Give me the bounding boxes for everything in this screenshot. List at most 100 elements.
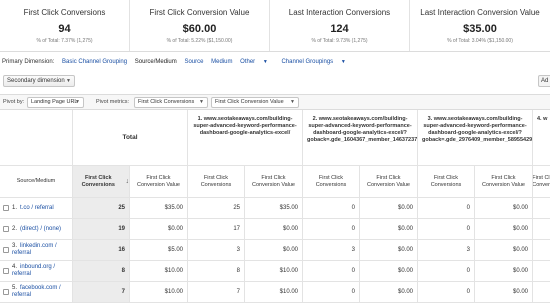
total-fcc-header[interactable]: First Click Conversions ↓ [73, 166, 130, 198]
metric-value: $35.00 [463, 23, 497, 35]
pivot-metric-1-dropdown[interactable]: First Click Conversions ▼ [134, 97, 208, 108]
summary-scorecard: First Click Conversions 94 % of Total: 7… [0, 0, 550, 52]
row-checkbox[interactable] [3, 225, 9, 232]
table-cell-overflow [533, 219, 550, 240]
table-cell-c3-fcc: 0 [418, 261, 475, 282]
table-cell-c1-fccv: $0.00 [245, 240, 303, 261]
row-index: 5. [12, 285, 18, 291]
table-cell-total-fccv: $35.00 [130, 198, 188, 219]
metric-header-label: First Click Conversion Value [136, 174, 180, 188]
source-medium-link[interactable]: t.co / referral [20, 205, 54, 211]
table-cell-c1-fcc: 25 [188, 198, 245, 219]
table-cell-c2-fcc: 0 [303, 219, 360, 240]
table-cell-c2-fcc: 0 [303, 282, 360, 303]
dimension-basic-channel-grouping[interactable]: Basic Channel Grouping [62, 59, 127, 65]
advanced-button[interactable]: Ad [538, 75, 550, 87]
pivot-column-header-2[interactable]: 2. www.seotakeaways.com/building-super-a… [303, 110, 418, 166]
table-row-label: 3. linkedin.com / referral [0, 240, 73, 261]
table-cell-c2-fccv: $0.00 [360, 282, 418, 303]
table-cell-total-fcc: 19 [73, 219, 130, 240]
row-checkbox[interactable] [3, 288, 9, 295]
metric-value: 124 [330, 23, 349, 35]
table-cell-c3-fcc: 0 [418, 198, 475, 219]
table-cell-c1-fcc: 8 [188, 261, 245, 282]
metric-label: Last Interaction Conversions [288, 8, 391, 17]
dimension-medium[interactable]: Medium [211, 59, 232, 65]
row-checkbox[interactable] [3, 246, 9, 253]
c3-fccv-header[interactable]: First Click Conversion Value [475, 166, 533, 198]
metric-header-label: First Click Conversions [81, 174, 115, 188]
metric-value: $60.00 [182, 23, 217, 35]
total-fccv-header[interactable]: First Click Conversion Value [130, 166, 188, 198]
metric-percent-of-total: % of Total: 5.22% ($1,150.00) [166, 38, 233, 44]
table-cell-c1-fccv: $10.00 [245, 282, 303, 303]
row-index: 2. [12, 225, 18, 232]
metric-first-click-conversions[interactable]: First Click Conversions 94 % of Total: 7… [0, 0, 130, 51]
table-cell-total-fcc: 7 [73, 282, 130, 303]
dimension-other: Other [240, 59, 256, 65]
source-medium-label: Source/Medium [16, 178, 56, 184]
c2-fccv-header[interactable]: First Click Conversion Value [360, 166, 418, 198]
table-cell-total-fcc: 8 [73, 261, 130, 282]
primary-dimension-bar: Primary Dimension: Basic Channel Groupin… [2, 59, 358, 65]
pivot-metrics-label: Pivot metrics: [96, 99, 130, 105]
sort-arrow-icon: ↓ [125, 178, 130, 185]
pivot-column-number: 2. [312, 116, 318, 122]
c2-fcc-header[interactable]: First Click Conversions [303, 166, 360, 198]
metric-header-label: First Click Conversion Value [251, 174, 295, 188]
secondary-dimension-label: Secondary dimension [7, 78, 65, 84]
pivot-by-value: Landing Page URL [31, 99, 78, 105]
pivot-column-header-4[interactable]: 4. w [533, 110, 550, 166]
c3-fcc-header[interactable]: First Click Conversions [418, 166, 475, 198]
metric-value: 94 [58, 23, 71, 35]
pivot-column-header-3[interactable]: 3. www.seotakeaways.com/building-super-a… [418, 110, 533, 166]
chevron-down-icon: ▼ [75, 99, 80, 105]
table-cell-c1-fccv: $0.00 [245, 219, 303, 240]
c1-fcc-header[interactable]: First Click Conversions [188, 166, 245, 198]
source-medium-link[interactable]: (direct) / (none) [20, 226, 61, 232]
metric-label: First Click Conversion Value [149, 8, 250, 17]
source-medium-link[interactable]: inbound.org / referral [12, 264, 55, 277]
metric-percent-of-total: % of Total: 3.04% ($1,150.00) [447, 38, 513, 44]
pivot-controls: Pivot by: Landing Page URL ▼ Pivot metri… [0, 94, 550, 110]
chevron-down-icon: ▼ [262, 59, 268, 65]
table-row-label: 5. facebook.com / referral [0, 282, 73, 303]
metric-last-interaction-conversions[interactable]: Last Interaction Conversions 124 % of To… [270, 0, 410, 51]
dimension-source[interactable]: Source [184, 59, 203, 65]
pivot-column-header-1[interactable]: 1. www.seotakeaways.com/building-super-a… [188, 110, 303, 166]
dimension-source-medium[interactable]: Source/Medium [135, 59, 177, 65]
table-cell-total-fccv: $10.00 [130, 282, 188, 303]
pivot-column-number: 4. [537, 116, 542, 122]
pivot-metric-1-value: First Click Conversions [138, 99, 195, 105]
table-cell-c2-fcc: 0 [303, 198, 360, 219]
metric-first-click-conversion-value[interactable]: First Click Conversion Value $60.00 % of… [130, 0, 270, 51]
pivot-by-label: Pivot by: [3, 99, 25, 105]
table-cell-c3-fcc: 3 [418, 240, 475, 261]
c1-fccv-header[interactable]: First Click Conversion Value [245, 166, 303, 198]
table-cell-c1-fcc: 7 [188, 282, 245, 303]
source-medium-link[interactable]: linkedin.com / referral [12, 243, 57, 256]
table-cell-total-fccv: $10.00 [130, 261, 188, 282]
table-cell-c2-fccv: $0.00 [360, 219, 418, 240]
metric-last-interaction-conversion-value[interactable]: Last Interaction Conversion Value $35.00… [410, 0, 550, 51]
c4-fcc-header[interactable]: First Click Conversions [533, 166, 550, 198]
dimension-other-dropdown[interactable]: Other ▼ [240, 59, 274, 65]
dimension-channel-groupings-dropdown[interactable]: Channel Groupings ▼ [281, 59, 351, 65]
table-cell-c3-fcc: 0 [418, 219, 475, 240]
pivot-column-path: www.seotakeaways.com/building-super-adva… [193, 116, 297, 136]
pivot-column-path: www.seotakeaways.com/building-super-adva… [422, 116, 533, 143]
pivot-column-number: 1. [197, 116, 203, 122]
source-medium-header[interactable]: Source/Medium [0, 166, 73, 198]
chevron-down-icon: ▼ [66, 78, 71, 84]
source-medium-link[interactable]: facebook.com / referral [12, 285, 61, 298]
row-checkbox[interactable] [3, 267, 9, 274]
row-checkbox[interactable] [3, 204, 9, 211]
total-label: Total [122, 134, 138, 141]
primary-dimension-label: Primary Dimension: [2, 59, 55, 65]
pivot-metric-2-dropdown[interactable]: First Click Conversion Value ▼ [211, 97, 299, 108]
metric-percent-of-total: % of Total: 9.73% (1,275) [311, 38, 368, 44]
secondary-dimension-dropdown[interactable]: Secondary dimension ▼ [3, 75, 75, 87]
table-cell-c3-fcc: 0 [418, 282, 475, 303]
metric-header-label: First Click Conversion Value [366, 174, 410, 188]
pivot-by-dropdown[interactable]: Landing Page URL ▼ [27, 97, 84, 108]
